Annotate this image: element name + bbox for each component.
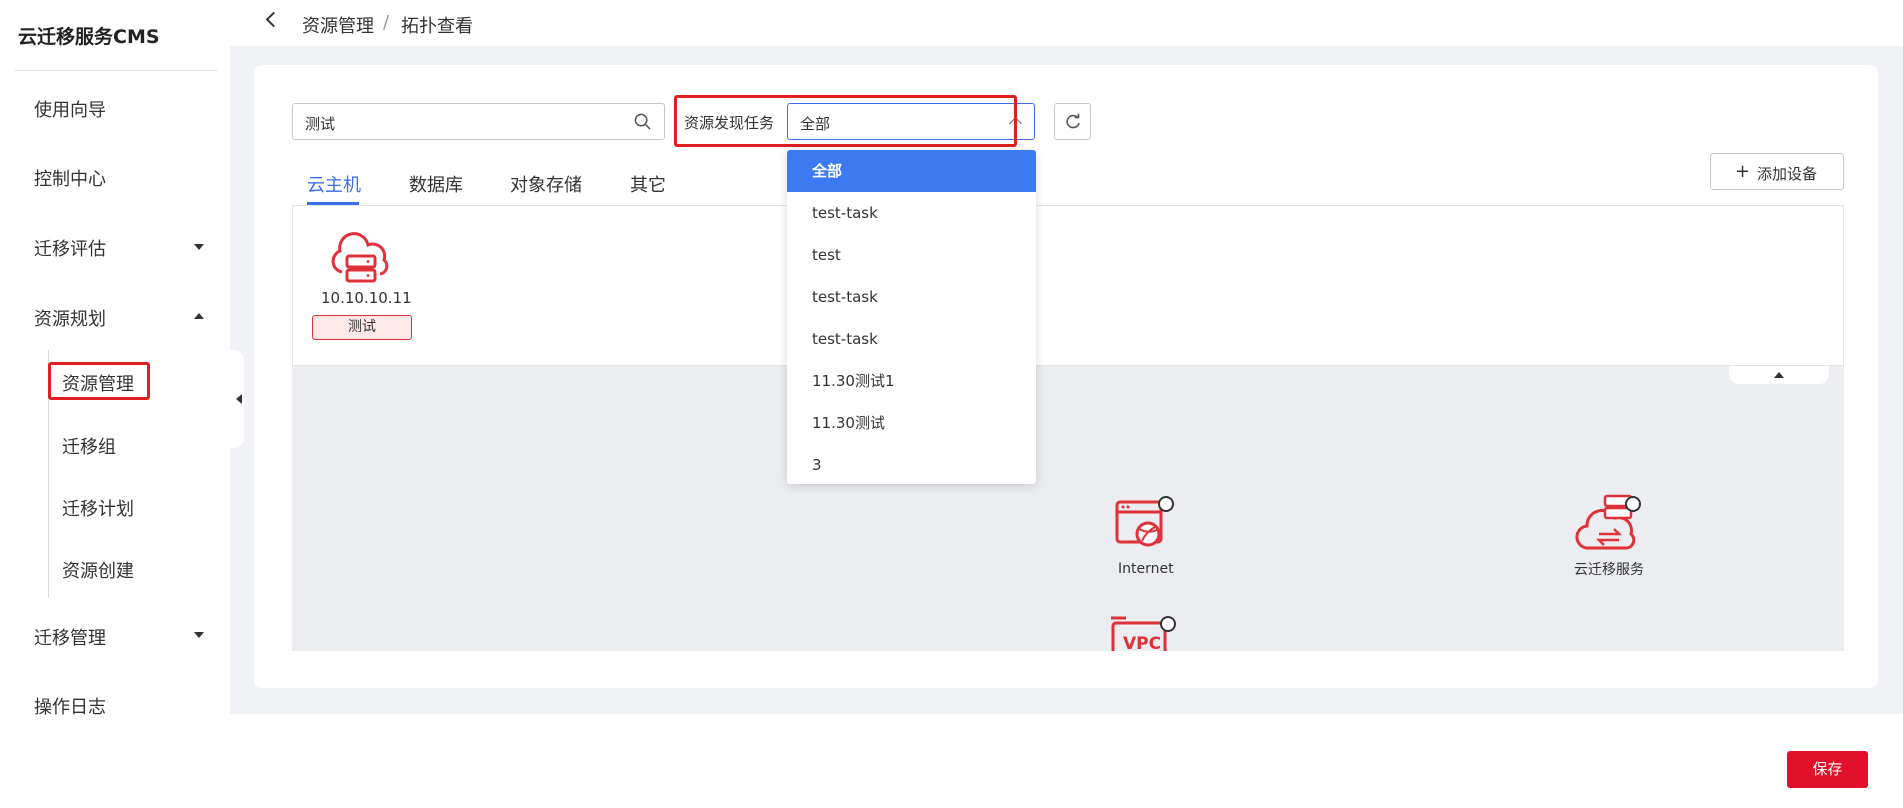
refresh-button[interactable] (1054, 103, 1091, 140)
vpc-node[interactable]: VPC (1108, 612, 1180, 651)
cms-label: 云迁移服务 (1574, 562, 1644, 578)
footer-bar (230, 714, 1903, 808)
back-icon[interactable] (265, 11, 282, 28)
sidebar-item-migration-assessment[interactable]: 迁移评估 (34, 235, 106, 261)
breadcrumb-parent[interactable]: 资源管理 (302, 12, 374, 38)
highlight-box (48, 362, 150, 400)
sidebar-subitem-migration-group[interactable]: 迁移组 (62, 433, 116, 459)
dropdown-option[interactable]: 11.30测试1 (787, 360, 1036, 402)
add-device-label: 添加设备 (1757, 165, 1818, 183)
tab-database[interactable]: 数据库 (409, 171, 463, 197)
save-button[interactable]: 保存 (1787, 751, 1868, 788)
breadcrumb-current: 拓扑查看 (401, 16, 473, 37)
breadcrumb-separator: / (383, 12, 390, 33)
tab-object-storage[interactable]: 对象存储 (510, 171, 582, 197)
dropdown-option[interactable]: test-task (787, 318, 1036, 360)
dropdown-option[interactable]: test-task (787, 276, 1036, 318)
sidebar: 云迁移服务CMS 使用向导 控制中心 迁移评估 资源规划 资源管理 迁移组 迁移… (0, 0, 230, 808)
add-device-button[interactable]: + 添加设备 (1710, 153, 1844, 190)
sidebar-item-control-center[interactable]: 控制中心 (34, 165, 106, 191)
caret-up-icon[interactable] (194, 313, 204, 319)
tab-cloud-host[interactable]: 云主机 (307, 171, 361, 197)
host-tag: 测试 (312, 315, 412, 340)
sidebar-item-migration-management[interactable]: 迁移管理 (34, 624, 106, 650)
refresh-icon (1066, 113, 1080, 129)
plus-icon: + (1735, 161, 1751, 182)
dropdown-option[interactable]: 11.30测试 (787, 402, 1036, 444)
vpc-label: VPC (1123, 634, 1162, 651)
search-input[interactable]: 测试 (292, 103, 665, 140)
dropdown-option[interactable]: test (787, 234, 1036, 276)
search-value: 测试 (305, 115, 336, 133)
sidebar-item-operation-log[interactable]: 操作日志 (34, 693, 106, 719)
sidebar-item-resource-planning[interactable]: 资源规划 (34, 305, 106, 331)
internet-label: Internet (1118, 561, 1174, 577)
host-list-panel (292, 205, 1844, 366)
header-bar: 资源管理 / 拓扑查看 (230, 0, 1903, 46)
cloud-server-icon[interactable] (326, 232, 396, 290)
dropdown-option[interactable]: 全部 (787, 150, 1036, 192)
highlight-box (674, 95, 1017, 147)
search-icon[interactable] (633, 112, 652, 131)
cloud-migration-icon[interactable] (1575, 492, 1647, 556)
sidebar-subitem-migration-plan[interactable]: 迁移计划 (62, 495, 134, 521)
app-title: 云迁移服务CMS (18, 26, 160, 48)
caret-down-icon[interactable] (194, 244, 204, 250)
dropdown-option[interactable]: 3 (787, 444, 1036, 484)
sidebar-subitem-resource-creation[interactable]: 资源创建 (62, 557, 134, 583)
caret-up-icon (1774, 372, 1784, 378)
sidebar-item-guide[interactable]: 使用向导 (34, 96, 106, 122)
internet-icon[interactable] (1112, 492, 1178, 556)
divider (14, 70, 218, 71)
collapse-arrow-icon (236, 394, 242, 404)
caret-down-icon[interactable] (194, 632, 204, 638)
tab-other[interactable]: 其它 (630, 171, 666, 197)
task-filter-dropdown: 全部 test-task test test-task test-task 11… (787, 150, 1036, 484)
host-ip: 10.10.10.11 (321, 289, 412, 307)
dropdown-option[interactable]: test-task (787, 192, 1036, 234)
